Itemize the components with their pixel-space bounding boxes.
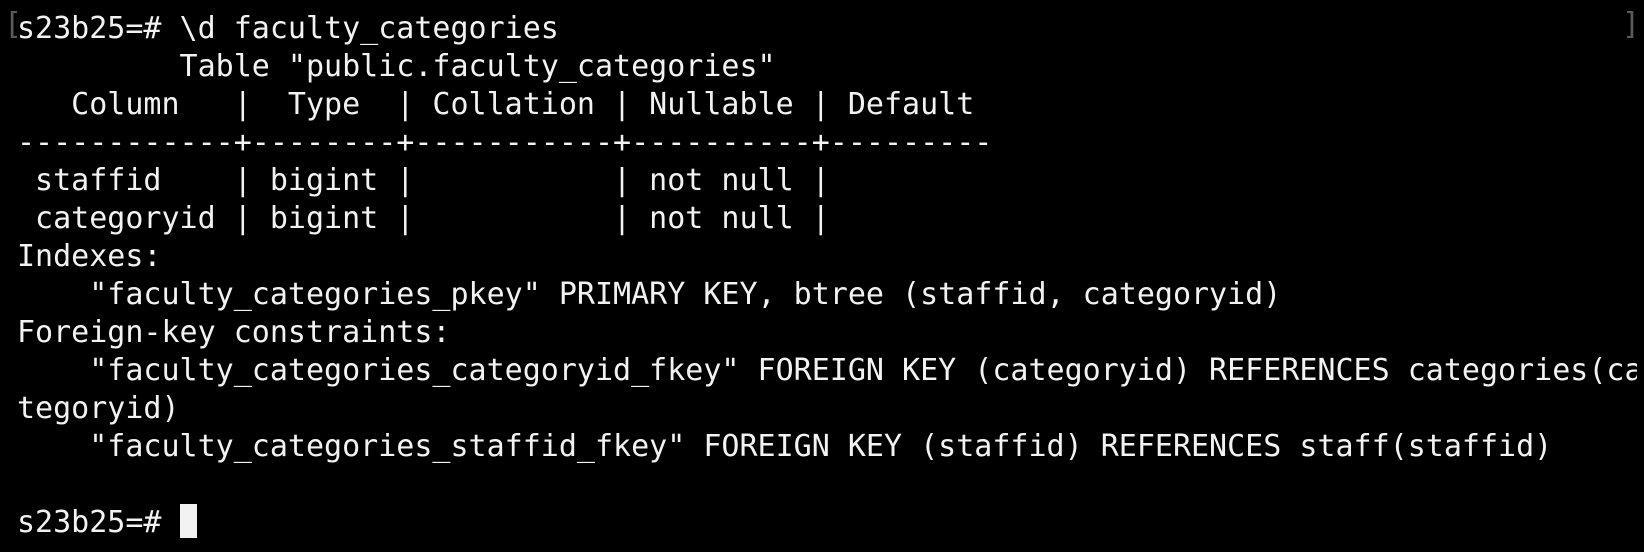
table-separator-line: ------------+--------+-----------+------…	[17, 125, 993, 160]
table-row: categoryid | bigint | | not null |	[17, 201, 830, 236]
index-entry: "faculty_categories_pkey" PRIMARY KEY, b…	[17, 277, 1282, 312]
foreign-key-entry-wrap: tegoryid)	[17, 391, 180, 426]
prompt-text: s23b25=#	[17, 505, 180, 540]
table-row: staffid | bigint | | not null |	[17, 163, 830, 198]
prompt-line[interactable]: s23b25=#	[17, 504, 1637, 542]
text-cursor	[179, 504, 197, 538]
foreign-key-entry: "faculty_categories_categoryid_fkey" FOR…	[17, 353, 1637, 388]
command-line: s23b25=# \d faculty_categories	[17, 11, 559, 46]
table-header-line: Column | Type | Collation | Nullable | D…	[17, 87, 975, 122]
indexes-heading: Indexes:	[17, 239, 162, 274]
foreign-keys-heading: Foreign-key constraints:	[17, 315, 451, 350]
table-title-line: Table "public.faculty_categories"	[17, 49, 776, 84]
foreign-key-entry: "faculty_categories_staffid_fkey" FOREIG…	[17, 429, 1553, 464]
terminal-window[interactable]: [ ] s23b25=# \d faculty_categories Table…	[0, 0, 1644, 552]
terminal-output: s23b25=# \d faculty_categories Table "pu…	[17, 10, 1637, 542]
